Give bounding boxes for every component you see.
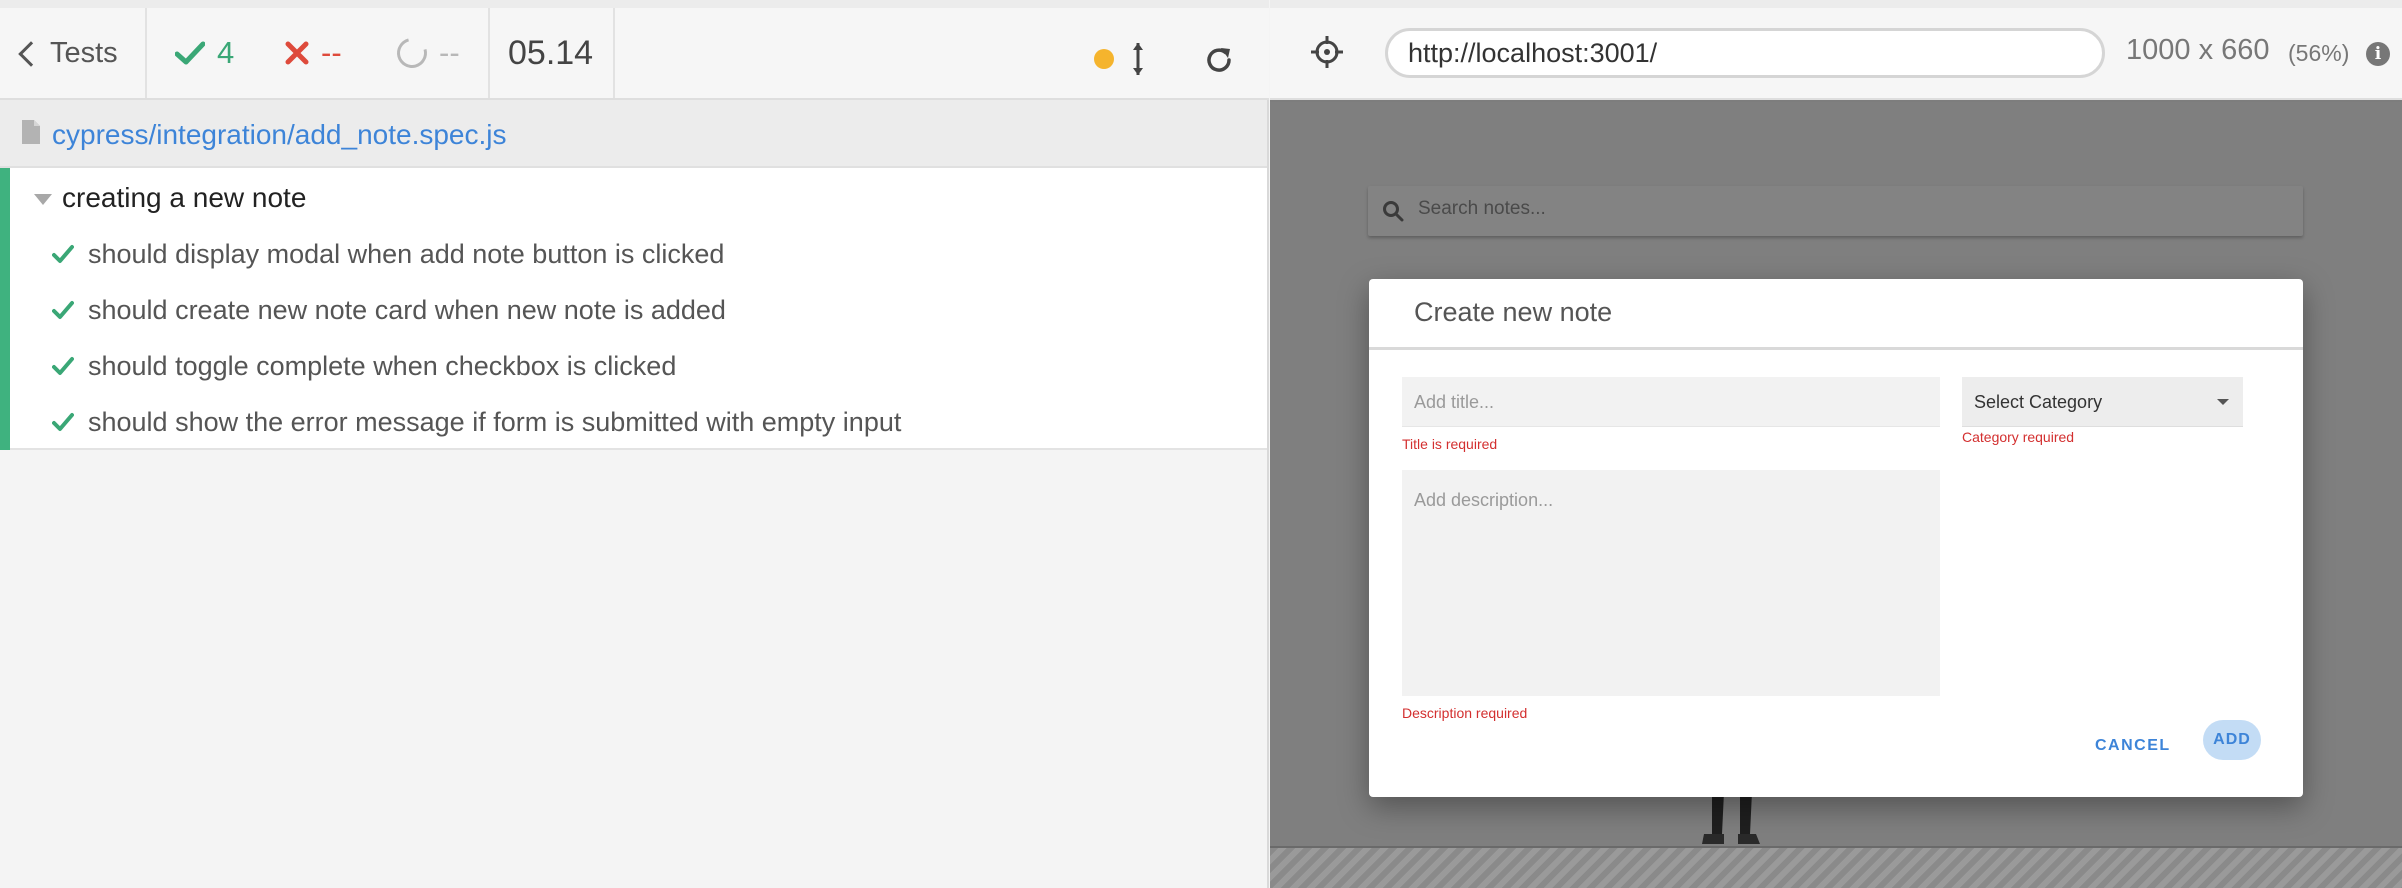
check-icon xyxy=(52,413,74,431)
test-row[interactable]: should toggle complete when checkbox is … xyxy=(52,346,676,386)
toolbar-top-strip xyxy=(0,0,1269,8)
aut-header: http://localhost:3001/ 1000 x 660 (56%) … xyxy=(1270,0,2402,100)
pending-spinner-icon xyxy=(391,32,433,74)
illustration-figure xyxy=(1702,792,1760,844)
modal-divider xyxy=(1369,347,2303,350)
running-status-dot xyxy=(1094,49,1114,69)
app-under-test-panel: http://localhost:3001/ 1000 x 660 (56%) … xyxy=(1270,0,2402,888)
suite-status-bar xyxy=(0,168,10,450)
modal-title: Create new note xyxy=(1414,297,1613,327)
selector-playground-icon[interactable] xyxy=(1310,35,1344,69)
auto-scroll-icon[interactable] xyxy=(1132,41,1144,77)
pending-count: -- xyxy=(439,35,460,70)
reporter-toolbar: Tests 4 -- -- 05.14 xyxy=(0,0,1269,100)
toolbar-divider xyxy=(488,8,490,98)
check-icon xyxy=(52,245,74,263)
caret-down-icon[interactable] xyxy=(34,194,52,205)
cypress-runner: Tests 4 -- -- 05.14 cypress/integration/… xyxy=(0,0,2402,888)
category-value: Select Category xyxy=(1974,392,2103,412)
category-error: Category required xyxy=(1962,429,2075,445)
description-error: Description required xyxy=(1402,705,1528,721)
category-select[interactable]: Select Category xyxy=(1962,377,2243,427)
x-icon xyxy=(285,41,309,65)
search-placeholder: Search notes... xyxy=(1418,198,1546,219)
title-error: Title is required xyxy=(1402,436,1498,452)
reporter-panel: Tests 4 -- -- 05.14 cypress/integration/… xyxy=(0,0,1269,888)
description-textarea[interactable]: Add description... xyxy=(1402,470,1940,696)
suite-title[interactable]: creating a new note xyxy=(62,182,306,214)
test-title: should display modal when add note butto… xyxy=(88,238,725,269)
tests-label: Tests xyxy=(50,36,118,69)
failed-count: -- xyxy=(321,35,342,70)
add-button[interactable]: ADD xyxy=(2203,720,2261,760)
passed-stat[interactable]: 4 xyxy=(175,8,234,98)
cancel-button[interactable]: CANCEL xyxy=(2087,726,2179,766)
caret-down-icon xyxy=(2217,399,2229,405)
pending-stat[interactable]: -- xyxy=(391,8,460,98)
viewport-scale: (56%) xyxy=(2288,40,2350,66)
spec-header: cypress/integration/add_note.spec.js xyxy=(0,100,1267,168)
reload-icon[interactable] xyxy=(1203,44,1235,76)
title-input[interactable]: Add title... xyxy=(1402,377,1940,427)
url-bar[interactable]: http://localhost:3001/ xyxy=(1385,28,2105,78)
test-suite: creating a new note should display modal… xyxy=(0,168,1267,450)
passed-count: 4 xyxy=(217,35,235,70)
file-icon xyxy=(22,120,40,144)
viewport-size: 1000 x 660 xyxy=(2126,34,2270,66)
header-top-strip xyxy=(1270,0,2402,8)
tests-back-button[interactable]: Tests xyxy=(18,8,118,98)
test-title: should toggle complete when checkbox is … xyxy=(88,350,677,381)
chevron-left-icon xyxy=(18,41,44,67)
test-row[interactable]: should display modal when add note butto… xyxy=(52,234,724,274)
search-bar[interactable]: Search notes... xyxy=(1368,186,2303,236)
check-icon xyxy=(52,301,74,319)
check-icon xyxy=(175,41,205,65)
test-title: should show the error message if form is… xyxy=(88,406,902,437)
info-icon[interactable]: i xyxy=(2366,42,2390,66)
check-icon xyxy=(52,357,74,375)
toolbar-divider xyxy=(145,8,147,98)
create-note-modal: Create new note Add title... Title is re… xyxy=(1369,279,2303,797)
failed-stat[interactable]: -- xyxy=(285,8,342,98)
test-title: should create new note card when new not… xyxy=(88,294,726,325)
app-iframe: Search notes... Create new note Add titl… xyxy=(1270,102,2402,846)
spec-file-link[interactable]: cypress/integration/add_note.spec.js xyxy=(52,119,507,151)
duration-display: 05.14 xyxy=(508,33,594,72)
test-row[interactable]: should create new note card when new not… xyxy=(52,290,726,330)
viewport-overflow-hatch xyxy=(1270,846,2402,888)
toolbar-divider xyxy=(613,8,615,98)
search-icon xyxy=(1383,201,1404,222)
test-row[interactable]: should show the error message if form is… xyxy=(52,402,901,442)
